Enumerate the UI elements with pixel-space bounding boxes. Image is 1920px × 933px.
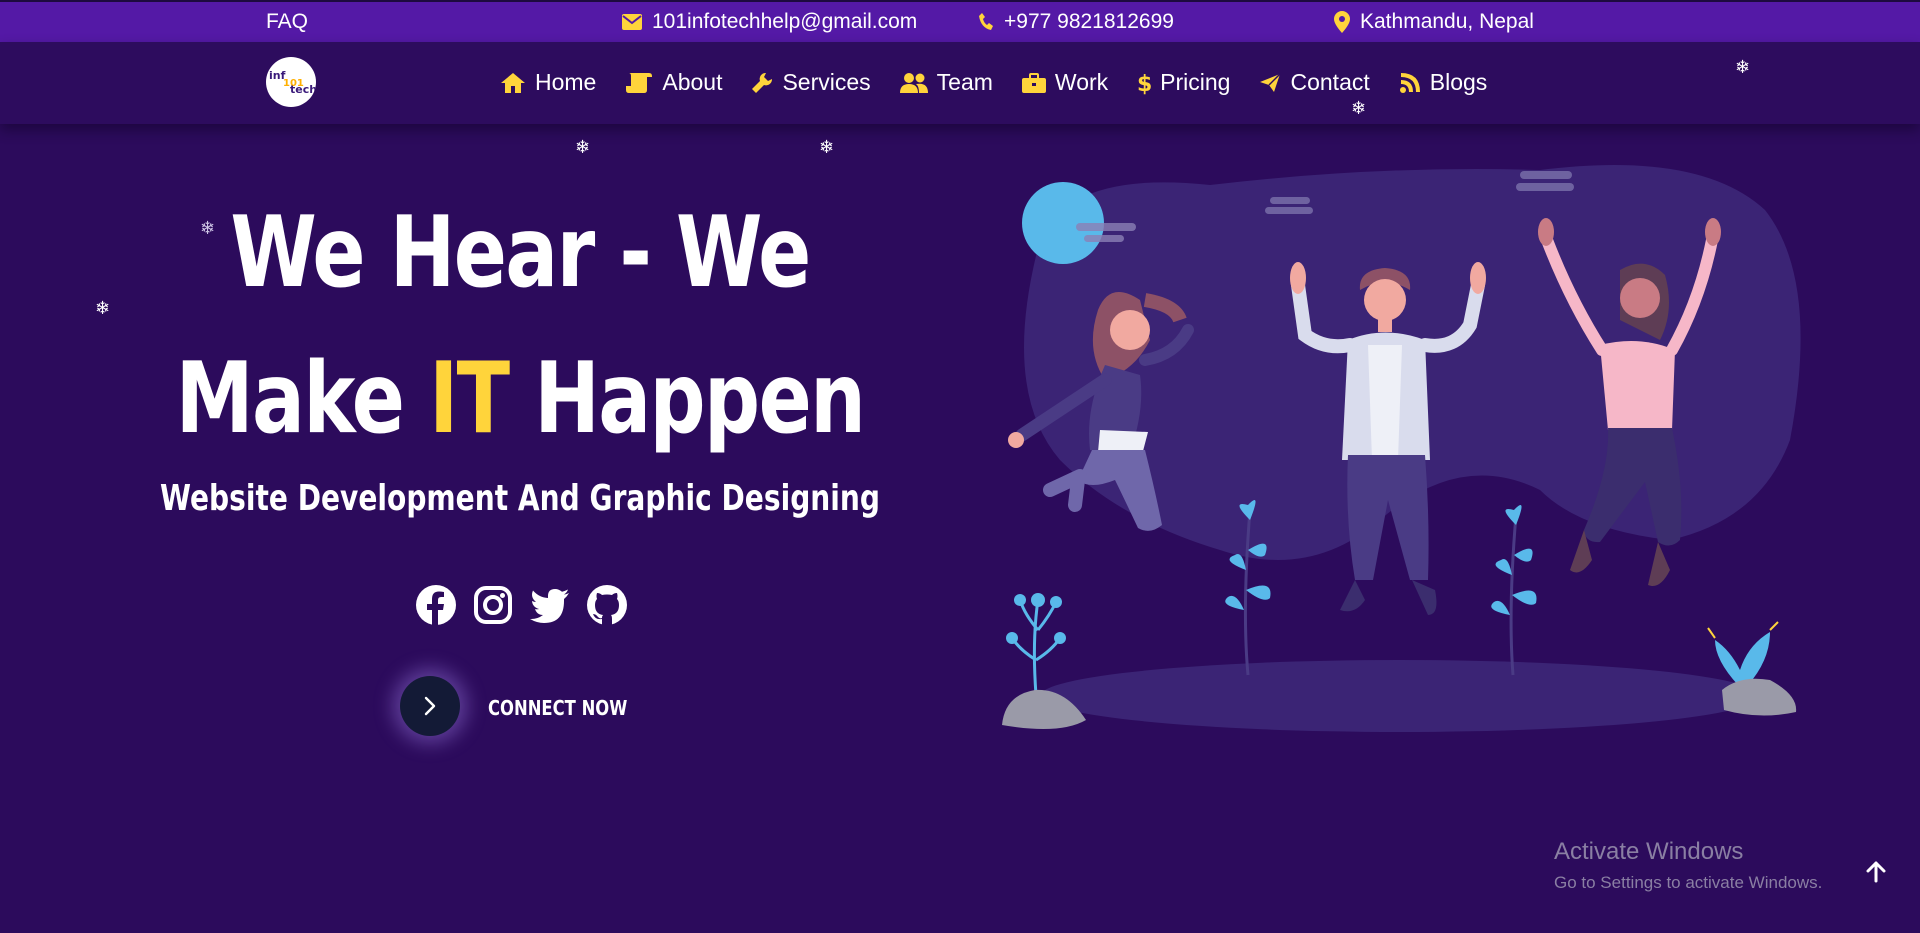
- social-links: [414, 583, 642, 627]
- plant-left: [1010, 599, 1062, 696]
- cloud: [1076, 223, 1136, 231]
- connect-now-label[interactable]: CONNECT NOW: [488, 696, 627, 720]
- briefcase-icon: [1021, 72, 1046, 93]
- hero-headline-line1: We Hear - We: [230, 196, 811, 310]
- envelope-icon: [622, 14, 642, 30]
- hero-headline-line2: Make IT Happen: [104, 326, 936, 472]
- facebook-icon[interactable]: [414, 583, 458, 627]
- nav-label-services: Services: [782, 69, 871, 95]
- nav-label-pricing: Pricing: [1160, 69, 1231, 95]
- nav-item-blogs[interactable]: Blogs: [1399, 69, 1488, 96]
- cloud: [1265, 207, 1313, 214]
- location-contact: Kathmandu, Nepal: [1334, 10, 1534, 34]
- cloud: [1516, 183, 1574, 191]
- instagram-icon[interactable]: [471, 583, 515, 627]
- paper-plane-icon: [1260, 72, 1282, 92]
- nav-item-home[interactable]: Home: [500, 69, 596, 96]
- snowflake-icon: ❄: [1351, 98, 1367, 118]
- hero-headline: We Hear - We Make IT Happen: [104, 180, 936, 472]
- nav-label-contact: Contact: [1290, 69, 1370, 95]
- blog-icon: [1399, 72, 1420, 93]
- hero-line2-end: Happen: [508, 342, 866, 456]
- nav-item-pricing[interactable]: $ Pricing: [1137, 69, 1230, 96]
- site-logo[interactable]: inf 101 tech: [266, 57, 316, 107]
- nav-item-team[interactable]: Team: [899, 69, 993, 96]
- plant-right: [1715, 632, 1770, 685]
- nav-menu: Home About Services Team Work $ Pricing …: [500, 69, 1516, 96]
- connect-now-button[interactable]: [400, 676, 460, 736]
- location-text: Kathmandu, Nepal: [1360, 10, 1534, 33]
- faq-link[interactable]: FAQ: [266, 10, 308, 34]
- wrench-icon: [752, 72, 773, 93]
- nav-label-team: Team: [936, 69, 993, 95]
- phone-icon: [979, 13, 993, 30]
- nav-item-services[interactable]: Services: [751, 69, 871, 96]
- snowflake-icon: ❄: [575, 137, 591, 157]
- cloud: [1520, 171, 1572, 179]
- chevron-right-icon: [424, 696, 436, 716]
- email-contact[interactable]: 101infotechhelp@gmail.com: [622, 10, 917, 34]
- logo-text-3: tech: [290, 83, 316, 96]
- phone-contact[interactable]: +977 9821812699: [978, 10, 1174, 34]
- arrow-up-icon[interactable]: [1864, 860, 1888, 884]
- users-icon: [899, 72, 928, 93]
- snowflake-icon: ❄: [819, 137, 835, 157]
- hero-highlight: IT: [429, 342, 510, 456]
- activate-windows-title: Activate Windows: [1554, 838, 1744, 865]
- twitter-icon[interactable]: [528, 583, 572, 627]
- map-marker-icon: [1334, 11, 1350, 33]
- nav-item-work[interactable]: Work: [1021, 69, 1109, 96]
- svg-text:$: $: [1137, 72, 1151, 95]
- top-contact-bar: FAQ 101infotechhelp@gmail.com +977 98218…: [0, 0, 1920, 42]
- logo-mark: inf 101 tech: [269, 69, 316, 96]
- dollar-icon: $: [1137, 72, 1151, 95]
- nav-label-home: Home: [535, 69, 597, 95]
- nav-item-about[interactable]: About: [625, 69, 722, 96]
- snowflake-icon: ❄: [1735, 57, 1751, 77]
- email-text: 101infotechhelp@gmail.com: [652, 10, 918, 33]
- main-navbar: inf 101 tech Home About Services Team Wo…: [0, 42, 1920, 124]
- hero-illustration: [1002, 165, 1801, 732]
- rock-right: [1722, 678, 1797, 716]
- nav-label-about: About: [662, 69, 723, 95]
- home-icon: [501, 72, 525, 93]
- hero-subtitle: Website Development And Graphic Designin…: [160, 478, 880, 519]
- nav-label-work: Work: [1054, 69, 1109, 95]
- cloud: [1270, 197, 1310, 204]
- activate-windows-subtitle: Go to Settings to activate Windows.: [1554, 873, 1823, 892]
- scroll-icon: [626, 72, 653, 93]
- hero-line2-start: Make: [175, 342, 430, 456]
- phone-text: +977 9821812699: [1004, 10, 1174, 33]
- github-icon[interactable]: [585, 583, 629, 627]
- ground-shadow: [1040, 660, 1760, 732]
- nav-item-contact[interactable]: Contact: [1259, 69, 1370, 96]
- nav-label-blogs: Blogs: [1429, 69, 1488, 95]
- cloud: [1084, 235, 1124, 242]
